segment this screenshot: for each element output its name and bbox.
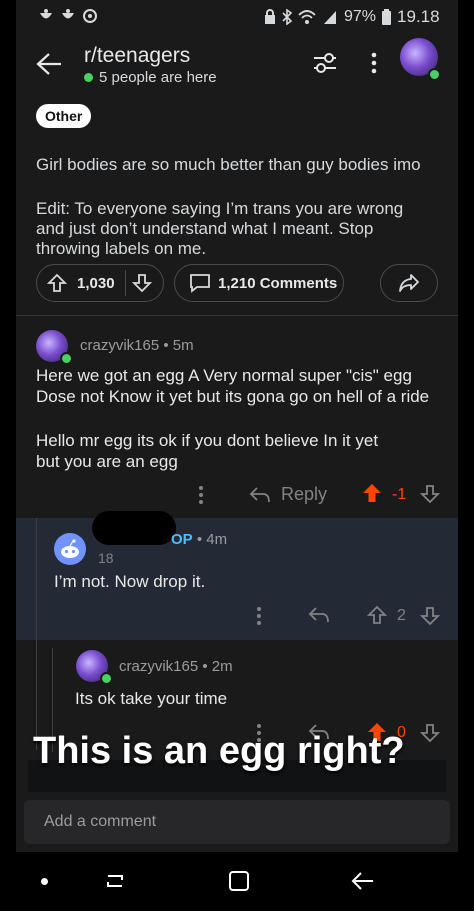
comment-author[interactable]: crazyvik165 [119, 658, 198, 675]
post-divider [16, 315, 458, 316]
status-bar: 97% 19.18 [16, 0, 458, 30]
presence-text: 5 people are here [99, 69, 217, 86]
comment-more-icon[interactable] [198, 485, 204, 505]
battery-percent: 97% [344, 8, 377, 25]
upvote-icon[interactable] [367, 605, 387, 625]
downvote-icon[interactable] [131, 273, 152, 293]
recent-apps-icon[interactable] [104, 870, 126, 892]
downvote-icon[interactable] [420, 484, 440, 504]
op-avatar[interactable] [54, 533, 86, 565]
op-comment-text: I’m not. Now drop it. [54, 572, 206, 591]
reply-button[interactable]: Reply [249, 484, 327, 505]
user-flair-age: 18 [98, 550, 114, 566]
home-icon[interactable] [228, 870, 250, 892]
signal-icon [324, 11, 336, 24]
comments-button[interactable]: 1,210 Comments [174, 264, 344, 302]
notification-icon [40, 9, 52, 19]
comment-bubble-icon [190, 274, 210, 293]
online-dot [84, 73, 93, 82]
op-tag: OP [171, 531, 193, 548]
lock-icon [265, 9, 275, 24]
back-icon[interactable] [351, 870, 375, 892]
comment-score: 2 [397, 607, 406, 624]
commenter-online-dot [100, 672, 113, 685]
downvote-icon[interactable] [420, 606, 440, 626]
post-vote-bar: 1,030 [36, 264, 164, 302]
subreddit-name[interactable]: r/teenagers [84, 44, 190, 68]
reply-arrow-icon[interactable] [308, 606, 330, 624]
system-icons: 97% 19.18 [264, 7, 440, 27]
share-icon [399, 274, 419, 292]
comment-line-4: but you are an egg [36, 452, 178, 471]
post-edit-line-3: throwing labels on me. [36, 239, 207, 258]
add-comment-placeholder: Add a comment [44, 813, 157, 830]
comment-more-icon[interactable] [256, 606, 262, 626]
notification-icons [38, 8, 98, 24]
subreddit-header: r/teenagers 5 people are here [16, 30, 458, 100]
post-edit-line-1: Edit: To everyone saying I’m trans you a… [36, 199, 404, 218]
comments-count: 1,210 Comments [218, 274, 338, 292]
avatar-online-dot [428, 68, 441, 81]
comment-time: • 4m [196, 531, 228, 548]
comment-meta: crazyvik165 • 5m [80, 337, 194, 354]
comment-author[interactable]: crazyvik165 [80, 337, 159, 354]
sort-filter-icon[interactable] [312, 52, 338, 74]
add-comment-input[interactable]: Add a comment [24, 800, 450, 844]
post-flair[interactable]: Other [36, 104, 92, 128]
commenter-online-dot [60, 352, 73, 365]
battery-icon [382, 9, 392, 25]
reply-arrow-icon [249, 486, 270, 502]
overlay-caption: This is an egg right? [33, 730, 405, 772]
post-vote-count: 1,030 [77, 274, 115, 292]
back-arrow-icon[interactable] [36, 52, 62, 76]
comment-line-3: Hello mr egg its ok if you dont believe … [36, 431, 379, 450]
flair-label: Other [36, 104, 92, 128]
downvote-icon[interactable] [420, 723, 440, 743]
comment-text: Its ok take your time [75, 689, 228, 708]
upvote-active-icon[interactable] [362, 483, 382, 503]
clock: 19.18 [397, 7, 440, 26]
wifi-icon [298, 10, 316, 24]
app-screen: 97% 19.18 r/teenagers 5 people are here … [16, 0, 458, 911]
comment-meta: crazyvik165 • 2m [119, 658, 233, 675]
notification-icon [62, 9, 74, 19]
upvote-icon[interactable] [47, 273, 67, 293]
snoo-icon [61, 539, 79, 558]
post-body: Girl bodies are so much better than guy … [36, 155, 421, 174]
vote-divider [124, 270, 126, 296]
comment-score: -1 [392, 486, 407, 503]
presence-indicator: 5 people are here [84, 69, 217, 86]
comment-line-1: Here we got an egg A Very normal super "… [36, 366, 412, 385]
nav-dot-icon [41, 878, 48, 885]
reply-label: Reply [281, 484, 328, 504]
redacted-username [92, 511, 176, 545]
more-options-icon[interactable] [371, 52, 377, 74]
op-comment-meta: OP • 4m [171, 531, 227, 548]
sync-icon [83, 9, 97, 23]
comment-time: • 2m [202, 658, 233, 675]
post-edit-line-2: and just don’t understand what I meant. … [36, 219, 374, 238]
comment-time: • 5m [163, 337, 194, 354]
android-nav-bar [16, 852, 458, 911]
bluetooth-icon [282, 9, 292, 25]
thread-line [36, 518, 37, 750]
comment-line-2: Dose not Know it yet but its gona go on … [36, 387, 430, 406]
share-button[interactable] [380, 264, 438, 302]
